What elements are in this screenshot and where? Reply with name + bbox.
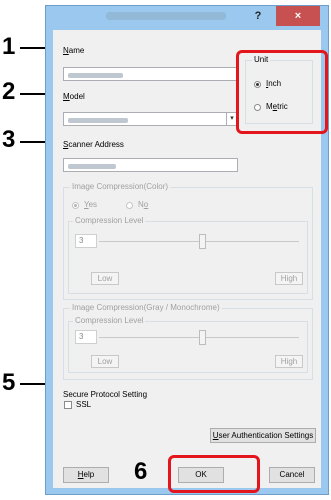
model-value-blurred <box>68 118 128 123</box>
ssl-checkbox[interactable] <box>64 401 72 409</box>
title-help-button[interactable]: ? <box>244 6 272 26</box>
color-level-spinbox[interactable]: 3 <box>75 234 97 248</box>
gray-high-button[interactable]: High <box>275 355 303 368</box>
color-level-label: Compression Level <box>73 216 146 225</box>
callout-6: 6 <box>134 458 148 485</box>
color-compression-group: Image Compression(Color) Yes No Compress… <box>63 182 313 300</box>
color-compression-label: Image Compression(Color) <box>70 182 171 191</box>
color-level-group: Compression Level 3 Low High <box>68 216 308 294</box>
secure-protocol-label: Secure Protocol Setting <box>63 390 148 399</box>
unit-highlight-box <box>236 50 328 134</box>
gray-level-spinbox[interactable]: 3 <box>75 330 97 344</box>
close-button[interactable]: × <box>276 6 320 26</box>
color-yes-label: Yes <box>84 200 98 209</box>
gray-level-label: Compression Level <box>73 316 146 325</box>
color-yes-radio[interactable] <box>72 202 79 209</box>
help-button[interactable]: Help <box>63 467 109 483</box>
color-low-button[interactable]: Low <box>91 272 119 285</box>
callout-2: 2 <box>2 78 16 105</box>
name-input[interactable] <box>63 67 238 81</box>
gray-compression-group: Image Compression(Gray / Monochrome) Com… <box>63 303 313 380</box>
callout-1: 1 <box>2 33 16 60</box>
user-authentication-settings-button[interactable]: User Authentication Settings <box>210 428 316 443</box>
callout-5: 5 <box>2 369 16 396</box>
color-no-radio[interactable] <box>126 202 133 209</box>
scanner-address-value-blurred <box>68 164 116 169</box>
gray-compression-label: Image Compression(Gray / Monochrome) <box>70 303 222 312</box>
window-title-blurred <box>106 12 226 20</box>
cancel-button[interactable]: Cancel <box>269 467 315 483</box>
name-value-blurred <box>68 73 123 78</box>
model-select[interactable]: ▾ <box>63 112 238 126</box>
gray-low-button[interactable]: Low <box>91 355 119 368</box>
gray-level-slider-thumb[interactable] <box>199 330 206 345</box>
ssl-label: SSL <box>76 400 92 409</box>
model-label: Model <box>63 92 85 101</box>
color-no-label: No <box>138 200 149 209</box>
title-bar: ? × <box>46 6 328 30</box>
ok-highlight-box <box>168 455 260 493</box>
scanner-address-label: Scanner Address <box>63 140 124 149</box>
color-level-slider-thumb[interactable] <box>199 234 206 249</box>
color-high-button[interactable]: High <box>275 272 303 285</box>
callout-3: 3 <box>2 126 16 153</box>
gray-level-group: Compression Level 3 Low High <box>68 316 308 373</box>
scanner-address-input[interactable] <box>63 158 238 172</box>
name-label: Name <box>63 46 85 55</box>
